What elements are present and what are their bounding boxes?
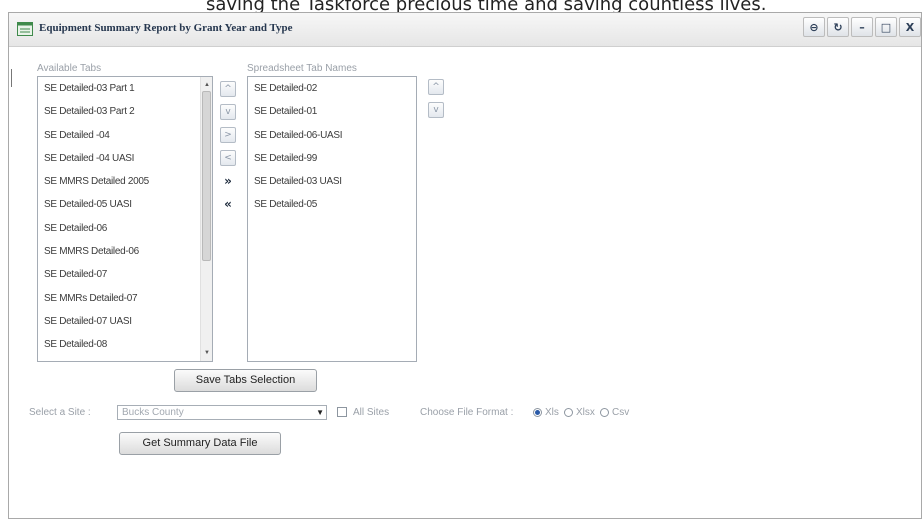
scroll-thumb[interactable] bbox=[202, 91, 211, 261]
format-xlsx-label: Xlsx bbox=[576, 407, 595, 418]
format-xls-label: Xls bbox=[545, 407, 559, 418]
title-bar: Equipment Summary Report by Grant Year a… bbox=[9, 13, 921, 47]
spreadsheet-tabs-list[interactable]: SE Detailed-02 SE Detailed-01 SE Detailed-… bbox=[247, 76, 417, 362]
all-sites-checkbox[interactable] bbox=[337, 407, 347, 417]
list-item[interactable]: SE Detailed-08 bbox=[38, 333, 212, 356]
list-item[interactable]: SE MMRS Detailed-06 bbox=[38, 240, 212, 263]
list-item[interactable]: SE Detailed -04 UASI bbox=[38, 147, 212, 170]
scroll-up-icon[interactable]: ▲ bbox=[201, 79, 212, 91]
format-xls-radio[interactable] bbox=[533, 408, 542, 417]
available-tabs-label: Available Tabs bbox=[37, 63, 102, 74]
list-item[interactable]: SE MMRS Detailed-08 bbox=[38, 357, 212, 361]
spreadsheet-tabs-items: SE Detailed-02 SE Detailed-01 SE Detailed-… bbox=[248, 77, 416, 217]
report-icon bbox=[17, 22, 33, 36]
move-right-button[interactable]: > bbox=[220, 127, 236, 143]
list-item[interactable]: SE Detailed-06-UASI bbox=[248, 124, 416, 147]
close-icon[interactable]: X bbox=[899, 17, 921, 37]
reorder-down-button[interactable]: v bbox=[428, 102, 444, 118]
list-item[interactable]: SE Detailed-05 bbox=[248, 193, 416, 216]
list-item[interactable]: SE MMRS Detailed 2005 bbox=[38, 170, 212, 193]
list-item[interactable]: SE Detailed-03 Part 2 bbox=[38, 100, 212, 123]
reorder-up-button[interactable]: ^ bbox=[428, 79, 444, 95]
list-item[interactable]: SE Detailed-03 Part 1 bbox=[38, 77, 212, 100]
list-item[interactable]: SE Detailed-05 UASI bbox=[38, 193, 212, 216]
spreadsheet-tabs-label: Spreadsheet Tab Names bbox=[247, 63, 357, 74]
available-tabs-list[interactable]: SE Detailed-03 Part 1 SE Detailed-03 Part… bbox=[37, 76, 213, 362]
available-tabs-scrollbar[interactable]: ▲ ▼ bbox=[200, 77, 212, 361]
maximize-icon[interactable]: □ bbox=[875, 17, 897, 37]
refresh-icon[interactable]: ↻ bbox=[827, 17, 849, 37]
format-csv-label: Csv bbox=[612, 407, 630, 418]
minimize-icon[interactable]: – bbox=[851, 17, 873, 37]
format-xlsx-radio[interactable] bbox=[564, 408, 573, 417]
report-window: Equipment Summary Report by Grant Year a… bbox=[8, 12, 922, 519]
move-all-right-button[interactable]: » bbox=[220, 173, 236, 189]
file-format-label: Choose File Format : bbox=[420, 407, 514, 418]
scroll-down-icon[interactable]: ▼ bbox=[201, 347, 212, 359]
move-left-button[interactable]: < bbox=[220, 150, 236, 166]
site-select[interactable]: Bucks County ▼ bbox=[117, 405, 327, 420]
all-sites-label: All Sites bbox=[353, 407, 390, 418]
list-item[interactable]: SE Detailed-99 bbox=[248, 147, 416, 170]
move-all-left-button[interactable]: « bbox=[220, 196, 236, 212]
resize-handle[interactable] bbox=[11, 69, 12, 87]
restore-icon[interactable]: ⊖ bbox=[803, 17, 825, 37]
site-label: Select a Site : bbox=[29, 407, 91, 418]
list-item[interactable]: SE Detailed-03 UASI bbox=[248, 170, 416, 193]
list-item[interactable]: SE MMRs Detailed-07 bbox=[38, 287, 212, 310]
move-up-button[interactable]: ^ bbox=[220, 81, 236, 97]
window-title: Equipment Summary Report by Grant Year a… bbox=[39, 22, 293, 34]
available-tabs-items: SE Detailed-03 Part 1 SE Detailed-03 Part… bbox=[38, 77, 212, 361]
format-csv-radio[interactable] bbox=[600, 408, 609, 417]
window-controls: ⊖ ↻ – □ X bbox=[803, 17, 921, 39]
chevron-down-icon[interactable]: ▼ bbox=[316, 406, 324, 419]
save-tabs-button[interactable]: Save Tabs Selection bbox=[174, 369, 317, 392]
list-item[interactable]: SE Detailed-01 bbox=[248, 100, 416, 123]
site-select-value: Bucks County bbox=[122, 407, 184, 418]
list-item[interactable]: SE Detailed -04 bbox=[38, 124, 212, 147]
list-item[interactable]: SE Detailed-07 UASI bbox=[38, 310, 212, 333]
list-item[interactable]: SE Detailed-02 bbox=[248, 77, 416, 100]
list-item[interactable]: SE Detailed-07 bbox=[38, 263, 212, 286]
get-summary-button[interactable]: Get Summary Data File bbox=[119, 432, 281, 455]
move-down-button[interactable]: v bbox=[220, 104, 236, 120]
list-item[interactable]: SE Detailed-06 bbox=[38, 217, 212, 240]
